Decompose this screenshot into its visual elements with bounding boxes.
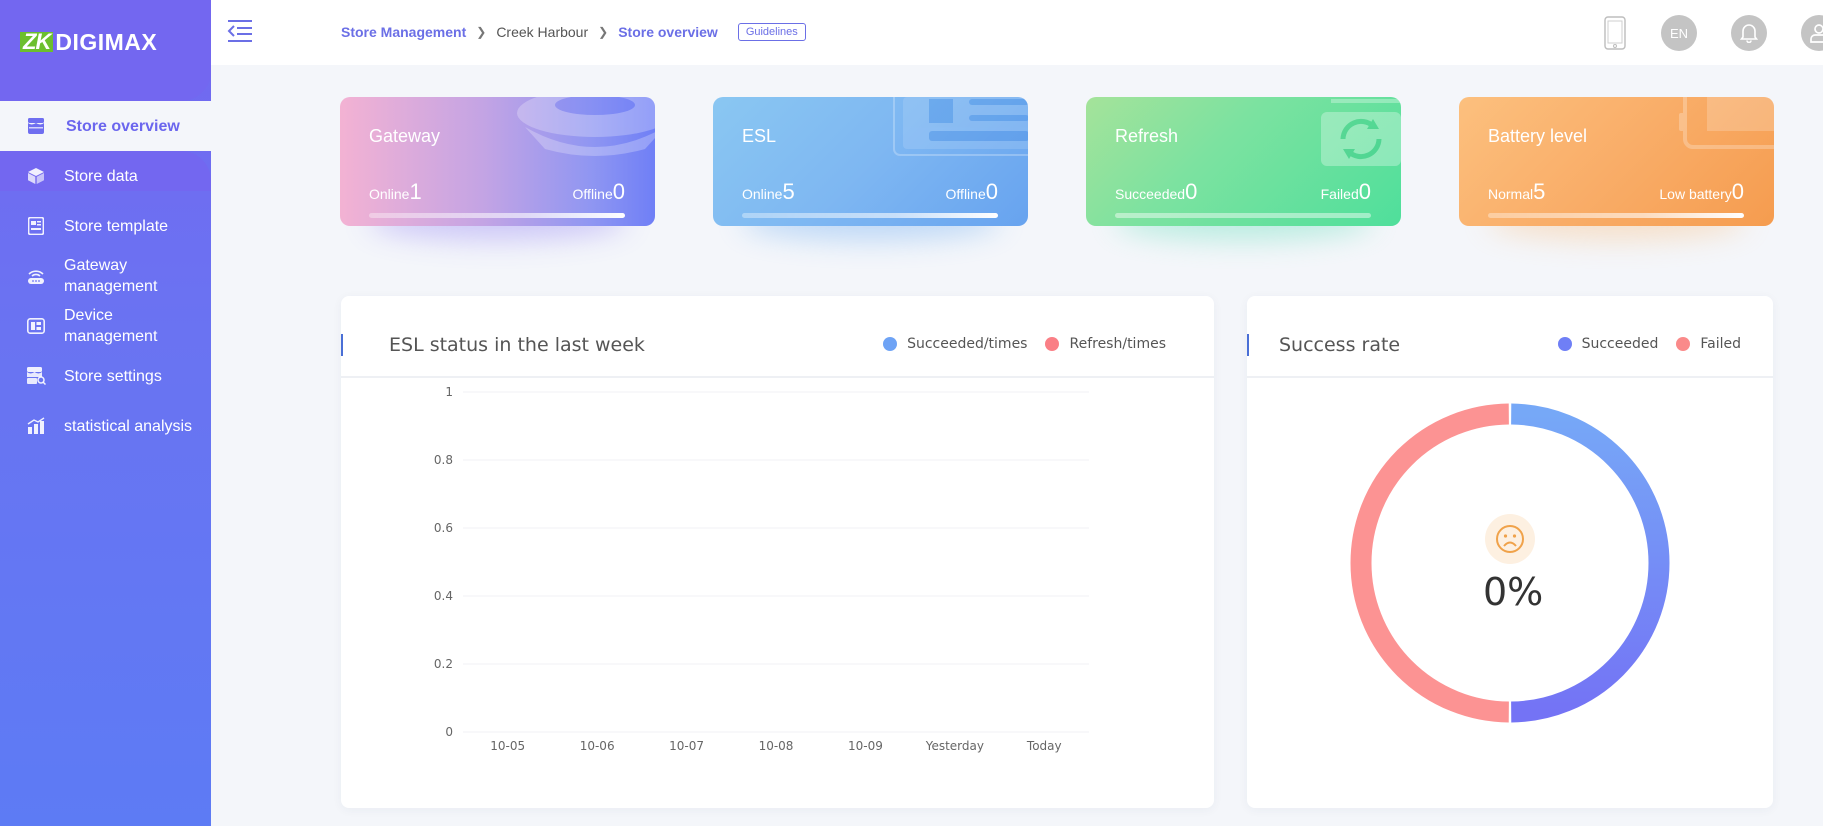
- donut-slice-succeeded[interactable]: [1511, 403, 1670, 723]
- card-stats: Online1 Offline0: [369, 179, 625, 205]
- y-tick-label: 0.6: [434, 521, 453, 535]
- router-icon: [26, 266, 46, 286]
- success-rate-value: 0%: [1483, 570, 1544, 614]
- breadcrumb-store-name[interactable]: Creek Harbour: [496, 24, 588, 40]
- battery-normal: Normal5: [1488, 179, 1546, 204]
- esl-offline: Offline0: [945, 179, 998, 204]
- logo-area: ZK DIGIMAX: [0, 0, 211, 101]
- gateway-device-icon: [517, 97, 655, 156]
- bell-icon[interactable]: [1731, 15, 1767, 51]
- card-title: ESL: [742, 126, 777, 146]
- x-tick-label: Yesterday: [925, 739, 984, 753]
- breadcrumb: Store Management ❯ Creek Harbour ❯ Store…: [341, 23, 806, 41]
- refresh-icon: [1321, 99, 1401, 166]
- sidebar-item-label: statistical analysis: [64, 417, 193, 435]
- x-tick-label: 10-08: [759, 739, 794, 753]
- card-title: Gateway: [369, 126, 441, 146]
- sidebar-item-label: Gateway management: [64, 257, 158, 295]
- logo-zk: ZK: [20, 31, 54, 53]
- success-rate-panel: Success rate Succeeded Failed 0%: [1247, 296, 1773, 808]
- x-tick-label: 10-05: [490, 739, 525, 753]
- bar-chart-icon: [26, 416, 46, 436]
- esl-status-panel: ESL status in the last week Succeeded/ti…: [341, 296, 1214, 808]
- y-tick-label: 0.2: [434, 657, 453, 671]
- sidebar-item-gateway-management[interactable]: Gateway management: [0, 251, 211, 301]
- chevron-right-icon: ❯: [598, 25, 609, 39]
- sidebar-nav: Store data Store template Gateway manage…: [0, 151, 211, 451]
- sidebar-item-store-overview[interactable]: Store overview: [0, 101, 260, 151]
- sidebar-item-store-template[interactable]: Store template: [0, 201, 211, 251]
- gateway-card[interactable]: Gateway Online1 Offline0: [340, 97, 655, 226]
- y-tick-label: 0: [445, 725, 453, 739]
- esl-label-icon: [893, 97, 1028, 156]
- battery-card[interactable]: Battery level Normal5 Low battery0: [1459, 97, 1774, 226]
- template-icon: [26, 216, 46, 236]
- battery-icon: [1679, 97, 1774, 149]
- store-settings-icon: [26, 366, 46, 386]
- sidebar-item-store-data[interactable]: Store data: [0, 151, 211, 201]
- gateway-progress-bar: [369, 213, 625, 218]
- chevron-right-icon: ❯: [476, 25, 487, 39]
- refresh-progress-bar: [1115, 213, 1371, 218]
- sad-face-icon: [1485, 514, 1535, 564]
- y-tick-label: 0.4: [434, 589, 453, 603]
- header-actions: EN: [1583, 0, 1823, 65]
- card-stats: Succeeded0 Failed0: [1115, 179, 1371, 205]
- collapse-menu-icon[interactable]: [227, 20, 253, 44]
- device-icon: [26, 316, 46, 336]
- esl-card[interactable]: ESL Online5 Offline0: [713, 97, 1028, 226]
- gateway-online: Online1: [369, 179, 422, 204]
- x-tick-label: 10-09: [848, 739, 883, 753]
- mobile-icon[interactable]: [1597, 15, 1633, 51]
- sidebar-item-label: Store overview: [66, 117, 180, 135]
- logo[interactable]: ZK DIGIMAX: [20, 29, 158, 55]
- user-icon[interactable]: [1801, 15, 1823, 51]
- y-tick-label: 0.8: [434, 453, 453, 467]
- cube-icon: [26, 166, 46, 186]
- refresh-card[interactable]: Refresh Succeeded0 Failed0: [1086, 97, 1401, 226]
- refresh-failed: Failed0: [1320, 179, 1371, 204]
- card-stats: Online5 Offline0: [742, 179, 998, 205]
- battery-progress-bar: [1488, 213, 1744, 218]
- breadcrumb-store-management[interactable]: Store Management: [341, 24, 466, 40]
- sidebar-item-device-management[interactable]: Device management: [0, 301, 211, 351]
- refresh-succeeded: Succeeded0: [1115, 179, 1198, 204]
- card-stats: Normal5 Low battery0: [1488, 179, 1744, 205]
- sidebar-item-label: Store template: [64, 217, 169, 235]
- esl-line-chart: 0 0.2 0.4 0.6 0.8 1 10-05 10-06 10-07 10-08 10-09 Y…: [434, 385, 1089, 753]
- card-title: Battery level: [1488, 126, 1588, 146]
- gateway-offline: Offline0: [572, 179, 625, 204]
- guidelines-button[interactable]: Guidelines: [737, 23, 806, 41]
- top-header: Store Management ❯ Creek Harbour ❯ Store…: [211, 0, 1823, 65]
- logo-digimax: DIGIMAX: [55, 29, 158, 55]
- donut-slice-failed[interactable]: [1350, 403, 1509, 723]
- x-tick-label: Today: [1026, 739, 1062, 753]
- x-tick-label: 10-07: [669, 739, 704, 753]
- sidebar-item-statistical-analysis[interactable]: statistical analysis: [0, 401, 211, 451]
- esl-online: Online5: [742, 179, 795, 204]
- store-icon: [26, 116, 46, 136]
- sidebar-item-store-settings[interactable]: Store settings: [0, 351, 211, 401]
- card-title: Refresh: [1115, 126, 1179, 146]
- y-tick-label: 1: [445, 385, 453, 399]
- sidebar-item-label: Store data: [64, 167, 138, 185]
- sidebar-item-label: Store settings: [64, 367, 162, 385]
- battery-low: Low battery0: [1659, 179, 1744, 204]
- breadcrumb-current-page: Store overview: [618, 24, 718, 40]
- sidebar-item-label: Device management: [64, 307, 158, 345]
- x-tick-label: 10-06: [580, 739, 615, 753]
- language-switch-button[interactable]: EN: [1661, 15, 1697, 51]
- esl-progress-bar: [742, 213, 998, 218]
